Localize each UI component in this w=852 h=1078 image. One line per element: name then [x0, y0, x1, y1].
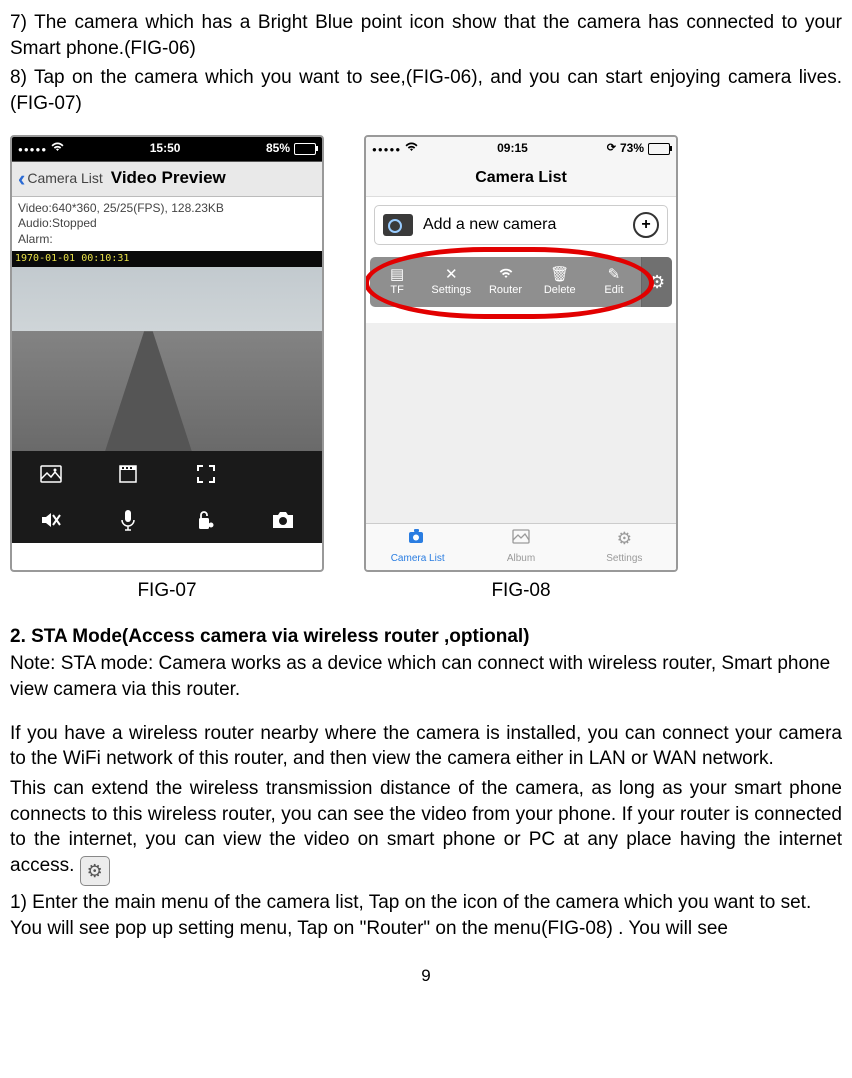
page-number: 9 [10, 965, 842, 988]
status-time: 15:50 [150, 140, 181, 156]
mute-icon[interactable] [12, 497, 90, 543]
popup-settings[interactable]: ✕Settings [424, 257, 478, 307]
camera-item-popup-area: ▤TF ✕Settings Router 🗑Delete ✎Edit ⚙ [370, 253, 672, 323]
empty-area [366, 323, 676, 523]
figure-row: 15:50 85% ‹ Camera List Video Preview Vi… [10, 135, 842, 573]
gear-icon: ⚙ [80, 856, 110, 886]
instruction-7: 7) The camera which has a Bright Blue po… [10, 10, 842, 61]
nav-bar: ‹ Camera List Video Preview [12, 162, 322, 197]
tab-camera-list[interactable]: Camera List [366, 524, 469, 570]
meta-alarm: Alarm: [18, 232, 316, 248]
battery-icon [648, 143, 670, 155]
snapshot-icon[interactable] [245, 497, 323, 543]
video-timestamp: 1970-01-01 00:10:31 [12, 251, 322, 267]
battery-percent: 85% [266, 140, 290, 156]
battery-icon [294, 143, 316, 155]
tab-settings[interactable]: ⚙ Settings [573, 524, 676, 570]
mic-icon[interactable] [90, 497, 168, 543]
pencil-icon: ✎ [608, 267, 621, 282]
status-bar: 15:50 85% [12, 137, 322, 162]
meta-video: Video:640*360, 25/25(FPS), 128.23KB [18, 201, 316, 217]
stream-meta: Video:640*360, 25/25(FPS), 128.23KB Audi… [12, 197, 322, 250]
record-icon[interactable] [90, 451, 168, 497]
battery-percent: 73% [620, 140, 644, 156]
plus-icon[interactable]: + [633, 212, 659, 238]
trash-icon: 🗑 [550, 267, 569, 282]
section-heading: 2. STA Mode(Access camera via wireless r… [10, 624, 842, 650]
screen-title: Video Preview [111, 167, 226, 190]
camera-icon [383, 214, 413, 236]
tab-bar: Camera List Album ⚙ Settings [366, 523, 676, 570]
signal-dots-icon [18, 140, 47, 156]
fig07-caption: FIG-07 [10, 578, 324, 604]
popup-edit[interactable]: ✎Edit [587, 257, 641, 307]
album-icon [512, 528, 530, 551]
back-label[interactable]: Camera List [27, 169, 102, 188]
settings-popup: ▤TF ✕Settings Router 🗑Delete ✎Edit ⚙ [370, 257, 672, 307]
instruction-8: 8) Tap on the camera which you want to s… [10, 65, 842, 116]
popup-delete[interactable]: 🗑Delete [533, 257, 587, 307]
popup-gear-icon[interactable]: ⚙ [641, 257, 672, 307]
wifi-icon [405, 140, 418, 156]
section-p1: If you have a wireless router nearby whe… [10, 721, 842, 772]
popup-router[interactable]: Router [478, 257, 532, 307]
section-p2: This can extend the wireless transmissio… [10, 776, 842, 886]
tab-album[interactable]: Album [469, 524, 572, 570]
screen-title: Camera List [366, 161, 676, 198]
tools-icon: ✕ [445, 267, 458, 282]
wifi-icon [499, 267, 513, 282]
camera-icon [408, 528, 428, 551]
popup-tf[interactable]: ▤TF [370, 257, 424, 307]
sdcard-icon: ▤ [390, 267, 404, 282]
add-camera-label: Add a new camera [423, 214, 556, 236]
back-chevron-icon[interactable]: ‹ [18, 164, 25, 194]
section-note: Note: STA mode: Camera works as a device… [10, 651, 842, 702]
gear-icon: ⚙ [617, 528, 632, 551]
meta-audio: Audio:Stopped [18, 216, 316, 232]
status-time: 09:15 [497, 140, 528, 156]
lock-icon[interactable] [167, 497, 245, 543]
section-step1: 1) Enter the main menu of the camera lis… [10, 890, 842, 941]
rotation-lock-icon: ⟳ [607, 141, 616, 156]
gallery-icon[interactable] [12, 451, 90, 497]
wifi-icon [51, 140, 64, 156]
fig07-screenshot: 15:50 85% ‹ Camera List Video Preview Vi… [10, 135, 324, 573]
fig08-screenshot: 09:15 ⟳ 73% Camera List Add a new camera… [364, 135, 678, 573]
add-camera-row[interactable]: Add a new camera + [374, 205, 668, 245]
status-bar: 09:15 ⟳ 73% [366, 137, 676, 161]
video-preview[interactable]: 1970-01-01 00:10:31 [12, 251, 322, 451]
fullscreen-icon[interactable] [167, 451, 245, 497]
fig08-caption: FIG-08 [364, 578, 678, 604]
signal-dots-icon [372, 140, 401, 156]
video-toolbar [12, 451, 322, 543]
